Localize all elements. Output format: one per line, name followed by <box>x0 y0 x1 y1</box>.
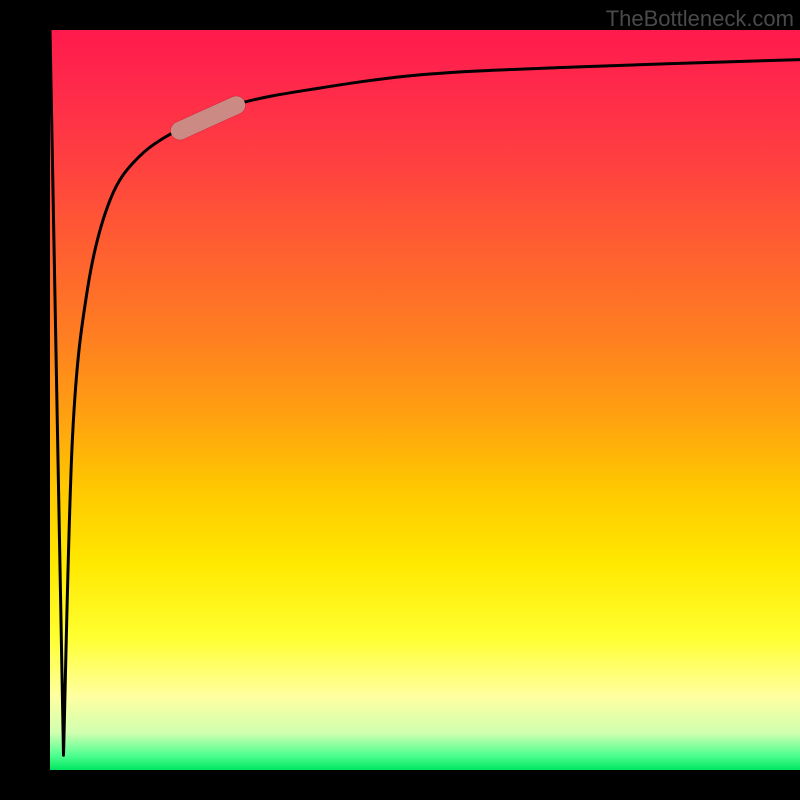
attribution-watermark: TheBottleneck.com <box>606 6 794 32</box>
chart-plot-area <box>50 30 800 770</box>
chart-curve <box>50 30 800 770</box>
